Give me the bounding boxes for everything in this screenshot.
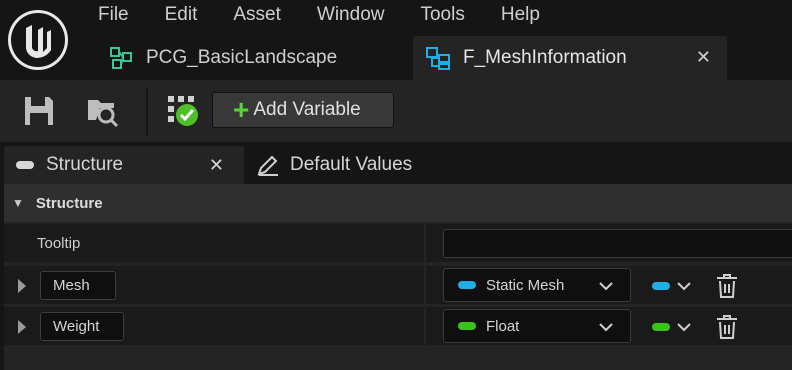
container-type-swatch xyxy=(652,282,670,290)
pin-type-swatch xyxy=(458,322,476,330)
main-menu: File Edit Asset Window Tools Help xyxy=(80,0,558,30)
tooltip-label: Tooltip xyxy=(37,235,81,252)
title-bar: File Edit Asset Window Tools Help PCG_Ba… xyxy=(0,0,792,80)
unreal-engine-logo[interactable] xyxy=(6,8,70,72)
pin-type-swatch xyxy=(458,281,476,289)
variable-type-dropdown[interactable]: Static Mesh xyxy=(443,268,631,302)
menu-file[interactable]: File xyxy=(80,0,147,30)
add-variable-label: Add Variable xyxy=(253,99,361,120)
close-icon[interactable]: ✕ xyxy=(696,47,711,68)
menu-asset[interactable]: Asset xyxy=(215,0,299,30)
chevron-down-icon xyxy=(599,323,613,332)
variable-type-label: Static Mesh xyxy=(486,276,565,294)
container-type-dropdown[interactable] xyxy=(652,276,696,296)
variable-row-mesh: Mesh Static Mesh xyxy=(4,266,792,306)
column-divider[interactable] xyxy=(424,224,426,264)
variable-name-field[interactable]: Weight xyxy=(40,312,124,341)
panel-tab-bar: Structure ✕ Default Values xyxy=(0,142,792,184)
document-tab-pcg-basic-landscape[interactable]: PCG_BasicLandscape xyxy=(100,36,410,80)
menu-tools[interactable]: Tools xyxy=(402,0,482,30)
trash-icon[interactable] xyxy=(715,314,739,340)
tab-label: Default Values xyxy=(290,154,413,175)
tooltip-row: Tooltip xyxy=(4,224,792,264)
category-header-structure[interactable]: ▼ Structure xyxy=(4,184,792,222)
variable-name-field[interactable]: Mesh xyxy=(40,271,116,300)
expand-arrow-icon[interactable] xyxy=(18,279,26,293)
tooltip-field[interactable] xyxy=(443,229,792,258)
toolbar: + Add Variable xyxy=(0,80,792,142)
pencil-icon xyxy=(257,155,278,176)
chevron-down-icon xyxy=(677,323,691,332)
column-divider[interactable] xyxy=(424,266,426,306)
document-tab-label: PCG_BasicLandscape xyxy=(146,47,338,68)
plus-icon: + xyxy=(233,94,250,125)
structure-details-panel: ▼ Structure Tooltip Mesh Static Mesh Wei… xyxy=(4,184,792,370)
menu-window[interactable]: Window xyxy=(299,0,403,30)
structure-tab-icon xyxy=(16,161,34,169)
toolbar-separator xyxy=(146,88,148,136)
tab-structure[interactable]: Structure ✕ xyxy=(4,146,244,184)
menu-help[interactable]: Help xyxy=(483,0,558,30)
collapse-arrow-icon[interactable]: ▼ xyxy=(12,196,24,210)
close-icon[interactable]: ✕ xyxy=(209,155,224,176)
document-tab-f-meshinformation[interactable]: F_MeshInformation ✕ xyxy=(413,36,727,80)
browse-icon[interactable] xyxy=(86,94,120,128)
trash-icon[interactable] xyxy=(715,273,739,299)
save-icon[interactable] xyxy=(22,94,56,128)
variable-row-weight: Weight Float xyxy=(4,307,792,347)
variable-type-label: Float xyxy=(486,317,520,335)
pcg-graph-icon xyxy=(110,47,132,69)
menu-edit[interactable]: Edit xyxy=(147,0,216,30)
add-variable-button[interactable]: + Add Variable xyxy=(212,92,394,128)
struct-icon xyxy=(426,47,450,70)
chevron-down-icon xyxy=(599,282,613,291)
tab-default-values[interactable]: Default Values xyxy=(252,146,412,184)
variable-type-dropdown[interactable]: Float xyxy=(443,309,631,343)
container-type-swatch xyxy=(652,323,670,331)
container-type-dropdown[interactable] xyxy=(652,317,696,337)
category-title: Structure xyxy=(35,194,103,212)
chevron-down-icon xyxy=(677,282,691,291)
compile-status-icon[interactable] xyxy=(166,94,200,128)
tab-label: Structure xyxy=(46,154,124,175)
expand-arrow-icon[interactable] xyxy=(18,320,26,334)
document-tab-label: F_MeshInformation xyxy=(463,47,627,68)
column-divider[interactable] xyxy=(424,307,426,347)
